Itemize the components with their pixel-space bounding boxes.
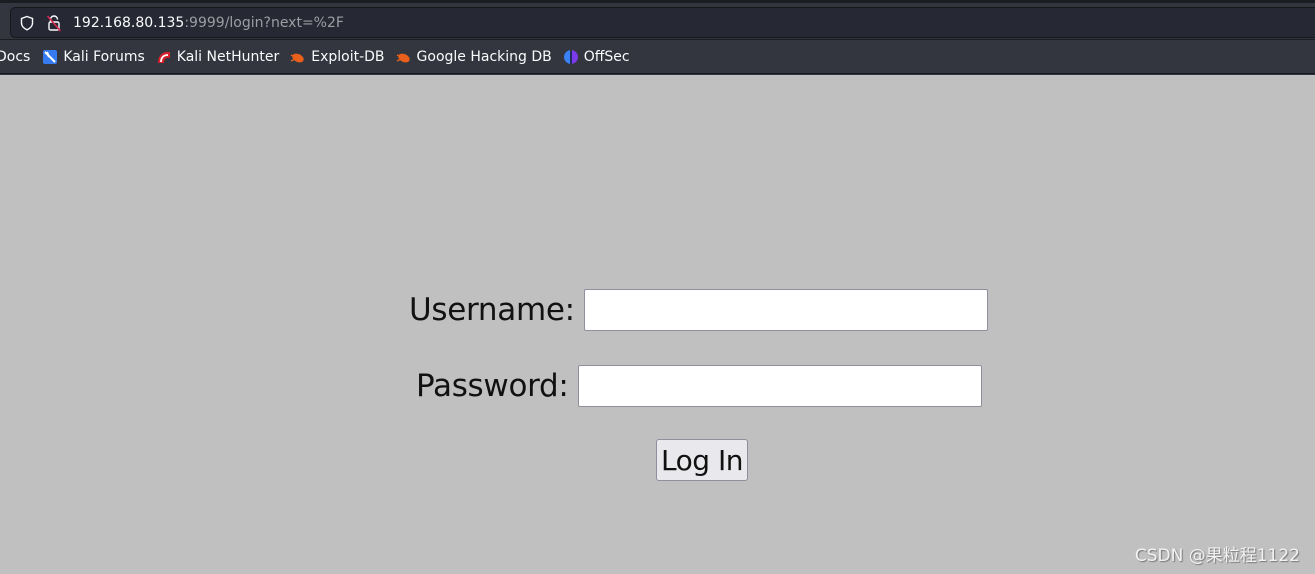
insecure-lock-icon[interactable] [46, 14, 62, 32]
bookmark-docs[interactable]: Docs [0, 49, 30, 65]
url-path: :9999/login?next=%2F [184, 15, 344, 31]
bookmark-label: Kali NetHunter [176, 48, 280, 65]
password-row: Password: [416, 365, 982, 407]
kali-forums-icon [43, 49, 58, 64]
bookmark-kali-forums[interactable]: Kali Forums [42, 48, 145, 65]
bookmark-kali-nethunter[interactable]: Kali NetHunter [156, 49, 279, 65]
page-content: Username: Password: Log In [0, 75, 1315, 574]
url-host: 192.168.80.135 [73, 15, 185, 31]
address-bar[interactable]: 192.168.80.135:9999/login?next=%2F [10, 7, 1315, 38]
login-button[interactable]: Log In [656, 439, 748, 481]
bookmark-offsec[interactable]: OffSec [563, 49, 630, 65]
bookmark-google-hacking-db[interactable]: Google Hacking DB [396, 49, 552, 65]
bookmark-label: Docs [0, 48, 31, 65]
browser-chrome: 192.168.80.135:9999/login?next=%2F Docs … [0, 0, 1315, 75]
watermark: CSDN @果粒程1122 [1134, 546, 1300, 566]
bookmark-label: OffSec [583, 48, 630, 65]
offsec-icon [563, 49, 578, 64]
bookmark-exploit-db[interactable]: Exploit-DB [290, 48, 385, 65]
username-row: Username: [409, 289, 988, 331]
bookmark-label: Google Hacking DB [416, 48, 552, 65]
username-input[interactable] [583, 289, 988, 331]
exploit-db-icon [290, 53, 304, 62]
password-label: Password: [416, 368, 569, 404]
url-text[interactable]: 192.168.80.135:9999/login?next=%2F [73, 15, 344, 31]
kali-nethunter-icon [157, 51, 170, 63]
bookmark-label: Kali Forums [63, 48, 145, 65]
bookmarks-bar: Docs Kali Forums Kali NetHunter Exploit-… [0, 39, 1315, 74]
bookmark-label: Exploit-DB [311, 48, 385, 65]
password-input[interactable] [577, 365, 982, 407]
exploit-db-icon [396, 53, 410, 62]
navigation-bar: 192.168.80.135:9999/login?next=%2F [0, 3, 1315, 39]
username-label: Username: [409, 292, 575, 328]
shield-icon[interactable] [19, 15, 35, 31]
